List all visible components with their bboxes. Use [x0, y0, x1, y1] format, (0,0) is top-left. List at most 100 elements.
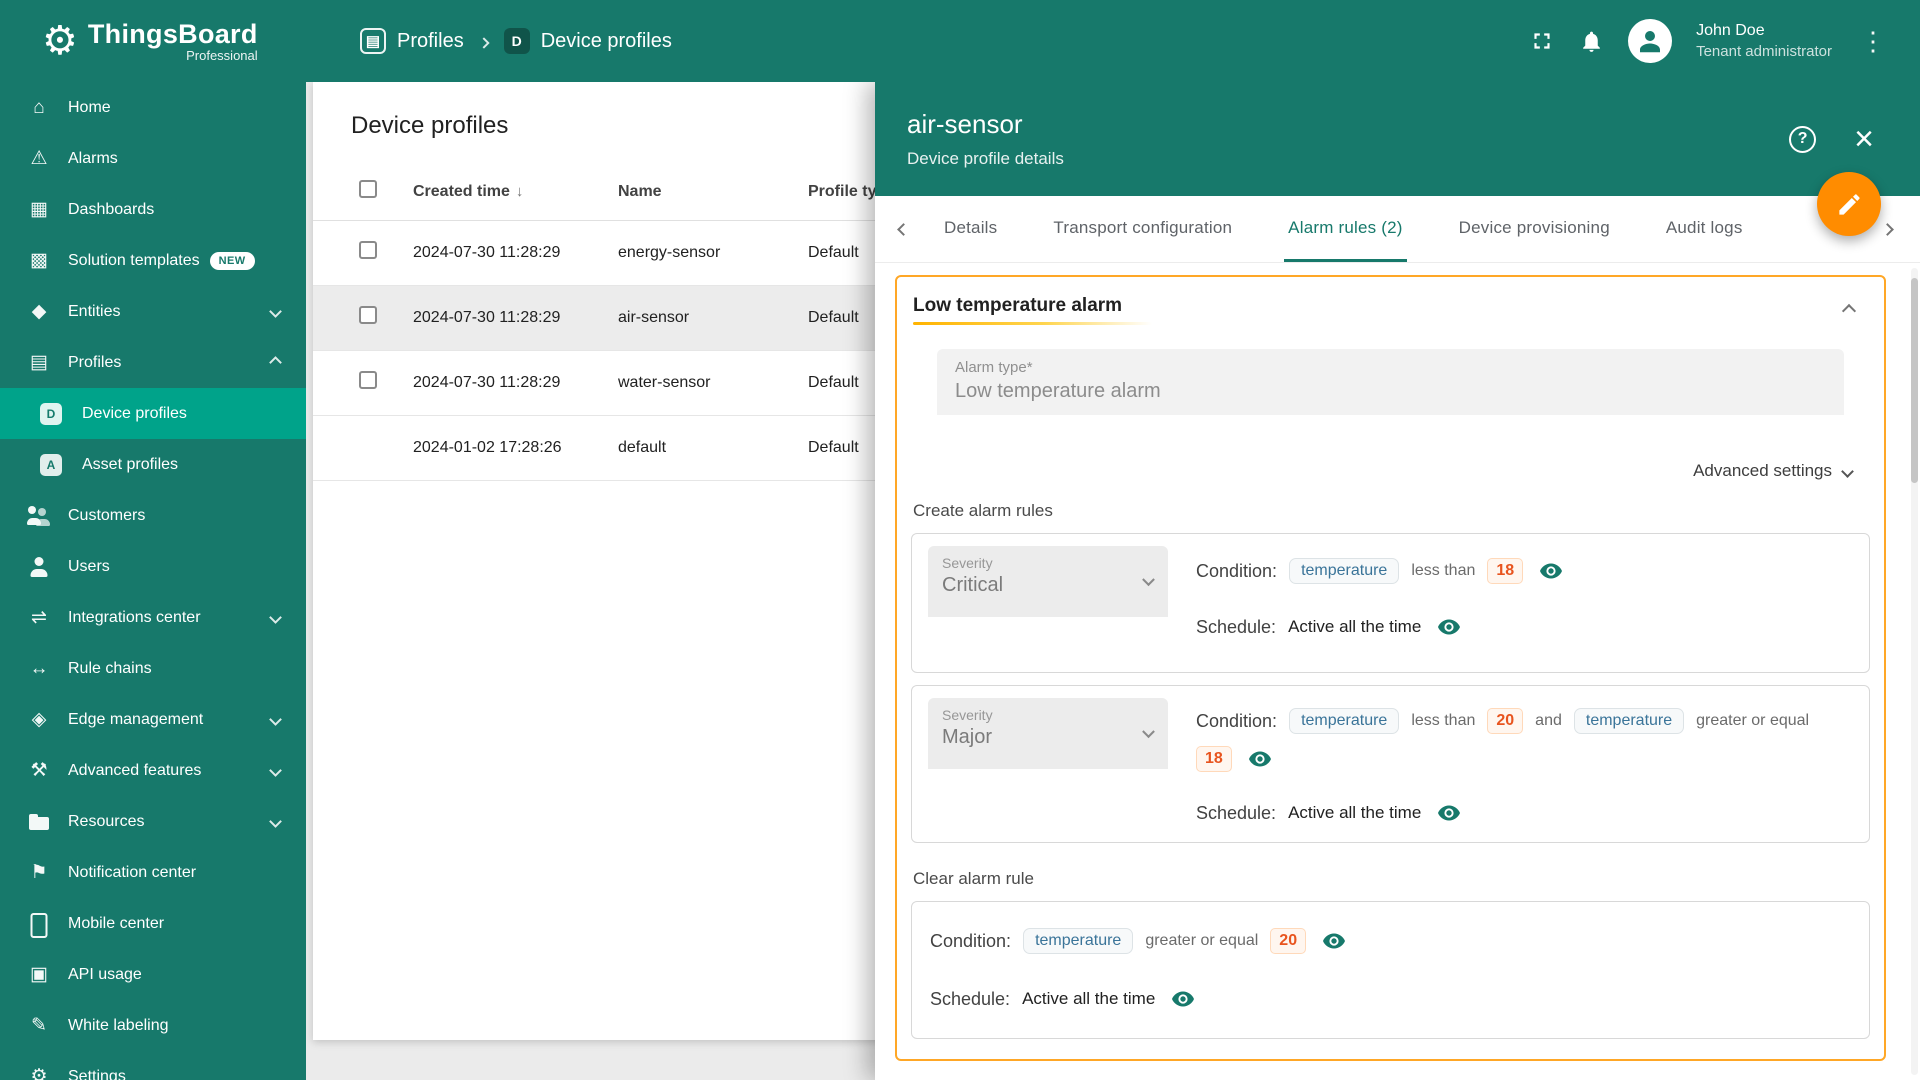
sidebar-item-label: Asset profiles: [82, 455, 179, 473]
asset-profiles-icon: A: [40, 453, 62, 476]
sidebar-item-home[interactable]: ⌂ Home: [0, 82, 306, 133]
chevron-right-icon: [478, 30, 490, 53]
user-block[interactable]: John Doe Tenant administrator: [1696, 22, 1832, 60]
edit-fab-button[interactable]: [1817, 172, 1881, 236]
sidebar-item-white-labeling[interactable]: ✎ White labeling: [0, 1000, 306, 1051]
sidebar-item-label: Alarms: [68, 149, 118, 167]
alarm-card: Low temperature alarm Alarm type* Low te…: [895, 275, 1886, 1061]
schedule-value: Active all the time: [1022, 989, 1156, 1008]
advanced-settings-toggle[interactable]: Advanced settings: [911, 461, 1854, 481]
notifications-bell-icon[interactable]: [1579, 29, 1604, 54]
advanced-settings-label: Advanced settings: [1693, 461, 1832, 480]
sidebar-item-resources[interactable]: Resources: [0, 796, 306, 847]
brand-edition: Professional: [186, 48, 258, 63]
breadcrumb-label: Profiles: [397, 29, 464, 52]
profiles-icon: ▤: [360, 28, 386, 54]
user-role: Tenant administrator: [1696, 43, 1832, 60]
row-checkbox[interactable]: [359, 371, 377, 389]
scrollbar-thumb[interactable]: [1911, 278, 1918, 483]
clear-alarm-rule-label: Clear alarm rule: [913, 869, 1034, 888]
row-checkbox[interactable]: [359, 241, 377, 259]
value-chip: 18: [1487, 558, 1524, 584]
sidebar-item-edge-management[interactable]: ◈ Edge management: [0, 694, 306, 745]
schedule-label: Schedule:: [1196, 616, 1277, 637]
sidebar-item-label: Customers: [68, 506, 146, 524]
entities-icon: ◆: [31, 301, 47, 322]
sidebar-item-dashboards[interactable]: ▦ Dashboards: [0, 184, 306, 235]
avatar[interactable]: [1628, 19, 1673, 63]
sidebar-item-rule-chains[interactable]: ↔ Rule chains: [0, 643, 306, 694]
sidebar-item-alarms[interactable]: ⚠ Alarms: [0, 133, 306, 184]
tabs-scroll-left-icon[interactable]: [889, 196, 918, 262]
sort-desc-icon: ↓: [515, 182, 524, 200]
brand-name: ThingsBoard: [87, 19, 258, 49]
drawer-scrollbar[interactable]: [1911, 268, 1918, 1075]
condition-text: less than: [1411, 562, 1476, 579]
sidebar-item-device-profiles[interactable]: D Device profiles: [0, 388, 306, 439]
tab-device-provisioning[interactable]: Device provisioning: [1455, 196, 1614, 262]
advanced-features-icon: ⚒: [30, 760, 48, 781]
sidebar-item-label: Edge management: [68, 710, 204, 728]
key-chip: temperature: [1289, 708, 1400, 734]
condition-text: greater or equal: [1696, 712, 1810, 729]
sidebar-item-customers[interactable]: Customers: [0, 490, 306, 541]
sidebar-item-label: Dashboards: [68, 200, 155, 218]
breadcrumb-device-profiles[interactable]: D Device profiles: [503, 28, 672, 54]
eye-icon[interactable]: [1437, 615, 1461, 639]
api-usage-icon: ▣: [30, 964, 48, 985]
app-logo[interactable]: ⚙ ThingsBoard Professional: [0, 19, 306, 63]
device-profile-drawer: air-sensor Device profile details ? × De…: [875, 82, 1920, 1080]
sidebar-item-settings[interactable]: ⚙ Settings: [0, 1051, 306, 1080]
eye-icon[interactable]: [1437, 801, 1461, 825]
sidebar-item-users[interactable]: Users: [0, 541, 306, 592]
help-icon[interactable]: ?: [1789, 125, 1817, 153]
condition-label: Condition:: [930, 930, 1012, 951]
tab-details[interactable]: Details: [940, 196, 1001, 262]
collapse-chevron-up-icon[interactable]: [1832, 295, 1866, 329]
tab-alarm-rules-2[interactable]: Alarm rules (2): [1284, 196, 1407, 262]
sidebar-item-mobile-center[interactable]: Mobile center: [0, 898, 306, 949]
severity-select[interactable]: Severity Major: [928, 698, 1168, 769]
chevron-down-icon: [269, 815, 282, 828]
created-time-cell: 2024-07-30 11:28:29: [413, 350, 618, 416]
eye-icon[interactable]: [1171, 987, 1195, 1011]
close-icon[interactable]: ×: [1854, 122, 1874, 156]
create-alarm-rules-label: Create alarm rules: [913, 501, 1053, 520]
severity-select[interactable]: Severity Critical: [928, 546, 1168, 617]
eye-icon[interactable]: [1539, 559, 1563, 583]
drawer-header: air-sensor Device profile details ? ×: [875, 82, 1920, 196]
sidebar-item-asset-profiles[interactable]: A Asset profiles: [0, 439, 306, 490]
select-all-checkbox[interactable]: [359, 180, 377, 199]
key-chip: temperature: [1023, 928, 1134, 954]
kebab-menu-icon[interactable]: ⋮: [1856, 28, 1890, 54]
user-name: John Doe: [1696, 22, 1765, 39]
tab-transport-configuration[interactable]: Transport configuration: [1049, 196, 1236, 262]
breadcrumb-profiles[interactable]: ▤ Profiles: [360, 28, 464, 54]
condition-text: and: [1535, 712, 1562, 729]
sidebar-item-profiles[interactable]: ▤ Profiles: [0, 337, 306, 388]
sidebar-item-label: Notification center: [68, 863, 197, 881]
schedule-label: Schedule:: [1196, 802, 1277, 823]
create-rules-list: Severity Critical Condition: temperature les…: [911, 533, 1870, 843]
alarm-type-field[interactable]: Alarm type* Low temperature alarm: [937, 349, 1844, 415]
sidebar-item-api-usage[interactable]: ▣ API usage: [0, 949, 306, 1000]
sidebar-item-entities[interactable]: ◆ Entities: [0, 286, 306, 337]
sidebar-item-solution-templates[interactable]: ▩ Solution templates NEW: [0, 235, 306, 286]
row-checkbox[interactable]: [359, 306, 377, 324]
thingsboard-app: ⚙ ThingsBoard Professional ▤ Profiles D …: [0, 0, 1920, 1080]
alarm-name: Low temperature alarm: [913, 295, 1123, 316]
fullscreen-icon[interactable]: [1529, 28, 1555, 54]
sidebar-item-label: Settings: [68, 1067, 126, 1080]
condition-text: greater or equal: [1145, 932, 1259, 949]
eye-icon[interactable]: [1322, 929, 1346, 953]
eye-icon[interactable]: [1248, 747, 1272, 771]
schedule-value: Active all the time: [1288, 803, 1422, 822]
column-created-time[interactable]: Created time ↓: [413, 164, 618, 221]
sidebar-item-notification-center[interactable]: ⚑ Notification center: [0, 847, 306, 898]
sidebar-item-advanced-features[interactable]: ⚒ Advanced features: [0, 745, 306, 796]
sidebar-item-label: Entities: [68, 302, 121, 320]
sidebar-item-integrations-center[interactable]: ⇌ Integrations center: [0, 592, 306, 643]
column-name[interactable]: Name: [618, 164, 808, 221]
users-icon: [26, 556, 52, 578]
tab-audit-logs[interactable]: Audit logs: [1662, 196, 1747, 262]
